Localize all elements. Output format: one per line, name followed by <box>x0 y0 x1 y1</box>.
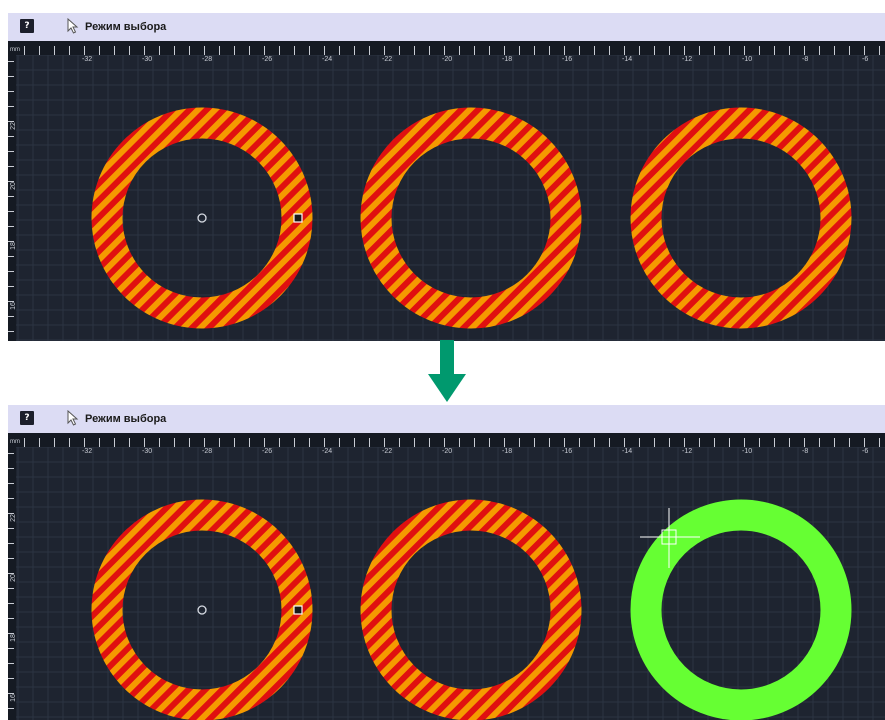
pcb-canvas[interactable]: mm -32 -30 -28 -26 -24 -22 -20 -18 -16 -14 -12 -10 -8… <box>8 433 885 720</box>
ruler-y-tick: 20 <box>10 182 17 190</box>
ruler-y-tick: 20 <box>10 574 17 582</box>
ruler-x-tick: -32 <box>82 448 92 455</box>
ruler-x-tick: -16 <box>562 448 572 455</box>
ruler-x-tick: -18 <box>502 448 512 455</box>
ruler-top <box>8 41 885 55</box>
vertex-handle-icon[interactable] <box>293 213 303 223</box>
help-button[interactable]: ? <box>20 411 34 425</box>
panel-after: ? Режим выбора mm -32 -30 -28 -26 -24 -22 -20 -1… <box>8 405 885 720</box>
ruler-x-tick: -10 <box>742 56 752 63</box>
ruler-y-tick: 22 <box>10 514 17 522</box>
ruler-x-tick: -22 <box>382 56 392 63</box>
ruler-x-tick: -12 <box>682 448 692 455</box>
ruler-top <box>8 433 885 447</box>
pcb-canvas[interactable]: mm -32 -30 -28 -26 -24 -22 -20 -18 -16 -14 -12 -10 -8… <box>8 41 885 341</box>
ruler-x-tick: -10 <box>742 448 752 455</box>
ruler-y-tick: 18 <box>10 634 17 642</box>
cursor-arrow-icon <box>67 410 79 426</box>
ruler-x-tick: -18 <box>502 56 512 63</box>
ruler-x-tick: -6 <box>862 56 868 63</box>
ruler-y-tick: 16 <box>10 302 17 310</box>
ruler-x-tick: -30 <box>142 56 152 63</box>
ruler-x-tick: -26 <box>262 56 272 63</box>
ruler-x-tick: -28 <box>202 56 212 63</box>
ruler-x-tick: -32 <box>82 56 92 63</box>
panel-before: ? Режим выбора mm -32 -30 -28 -26 -24 -22 -20 -1… <box>8 13 885 341</box>
ruler-x-tick: -8 <box>802 56 808 63</box>
arrow-down-icon <box>428 340 466 402</box>
cursor-arrow-icon <box>67 18 79 34</box>
ruler-x-tick: -8 <box>802 448 808 455</box>
ruler-y-tick: 18 <box>10 242 17 250</box>
ruler-x-tick: -26 <box>262 448 272 455</box>
ruler-x-tick: -16 <box>562 56 572 63</box>
ruler-x-tick: -20 <box>442 56 452 63</box>
ruler-x-tick: -14 <box>622 448 632 455</box>
ruler-y-tick: 22 <box>10 122 17 130</box>
ruler-x-tick: -24 <box>322 448 332 455</box>
toolbar: ? Режим выбора <box>8 405 885 433</box>
help-button[interactable]: ? <box>20 19 34 33</box>
ruler-x-tick: -24 <box>322 56 332 63</box>
mode-label: Режим выбора <box>85 21 167 33</box>
toolbar: ? Режим выбора <box>8 13 885 41</box>
ruler-x-tick: -22 <box>382 448 392 455</box>
ruler-x-tick: -30 <box>142 448 152 455</box>
ruler-x-tick: -6 <box>862 448 868 455</box>
vertex-handle-icon[interactable] <box>293 605 303 615</box>
ruler-x-tick: -14 <box>622 56 632 63</box>
ruler-unit: mm <box>10 47 20 53</box>
ruler-x-tick: -12 <box>682 56 692 63</box>
ruler-y-tick: 16 <box>10 694 17 702</box>
ruler-unit: mm <box>10 439 20 445</box>
mode-label: Режим выбора <box>85 413 167 425</box>
ruler-x-tick: -20 <box>442 448 452 455</box>
ruler-left <box>8 41 16 341</box>
ruler-x-tick: -28 <box>202 448 212 455</box>
